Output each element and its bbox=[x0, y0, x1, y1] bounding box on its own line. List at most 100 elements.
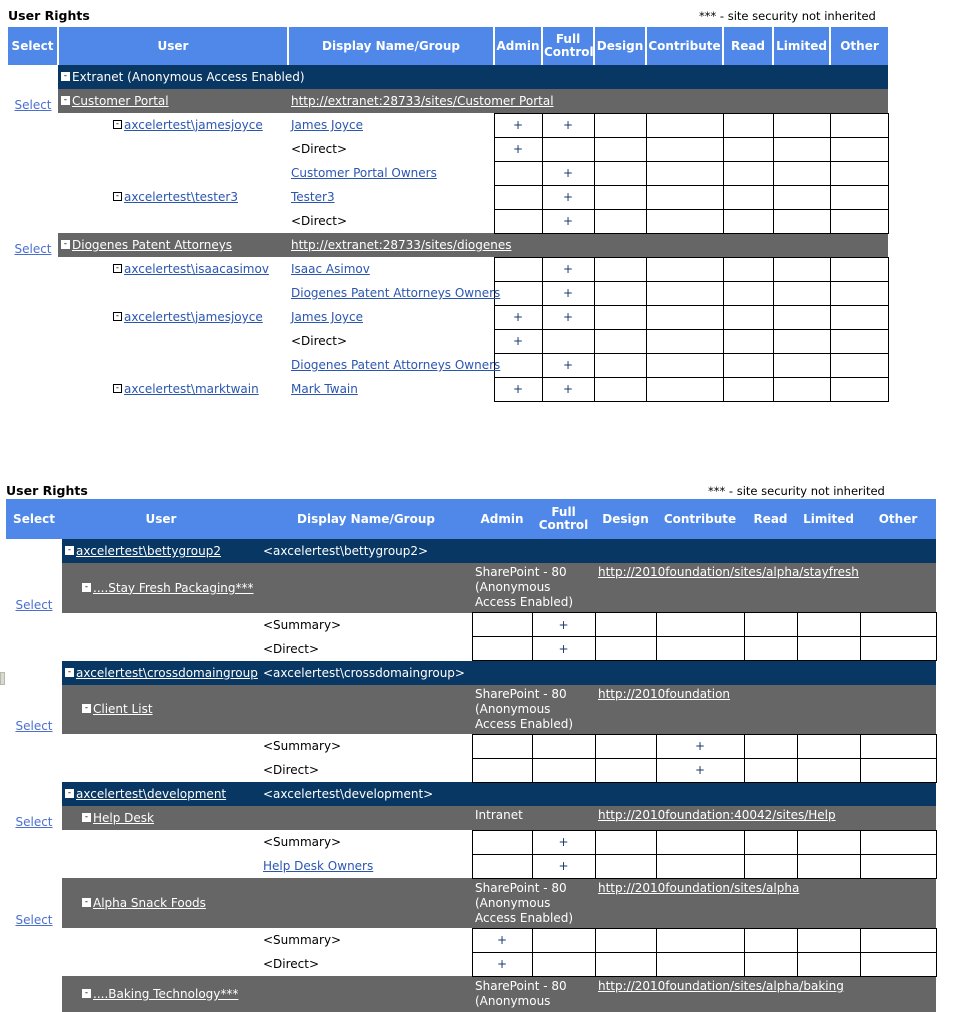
column-header-read[interactable]: Read bbox=[744, 499, 797, 539]
user-name[interactable]: ....Stay Fresh Packaging*** bbox=[93, 581, 254, 595]
user-name[interactable]: axcelertest\jamesjoyce bbox=[124, 310, 263, 324]
select-link-cell[interactable]: Select bbox=[6, 806, 62, 830]
collapse-icon[interactable]: - bbox=[82, 813, 91, 822]
user-cell[interactable]: - Customer Portal bbox=[58, 89, 288, 113]
user-name[interactable]: axcelertest\development bbox=[76, 787, 226, 801]
column-header-admin[interactable]: Admin bbox=[493, 27, 543, 65]
group-link[interactable]: Help Desk Owners bbox=[263, 859, 373, 873]
site-url[interactable]: http://2010foundation/sites/alpha bbox=[598, 881, 799, 895]
collapse-icon[interactable]: - bbox=[82, 898, 91, 907]
select-link-cell[interactable]: Select bbox=[8, 233, 58, 257]
user-name[interactable]: axcelertest\tester3 bbox=[124, 190, 238, 204]
group-link[interactable]: Tester3 bbox=[291, 190, 335, 204]
select-link-cell[interactable]: Select bbox=[6, 563, 62, 613]
collapse-icon[interactable]: - bbox=[65, 667, 74, 677]
display-name-cell[interactable]: Diogenes Patent Attorneys Owners bbox=[288, 353, 500, 377]
group-link[interactable]: Mark Twain bbox=[291, 382, 358, 396]
site-url[interactable]: http://2010foundation bbox=[598, 687, 730, 701]
collapse-icon[interactable]: - bbox=[113, 264, 122, 273]
group-link[interactable]: Customer Portal Owners bbox=[291, 166, 437, 180]
select-link-cell[interactable]: Select bbox=[6, 684, 62, 734]
collapse-icon[interactable]: - bbox=[61, 72, 70, 81]
user-name[interactable]: axcelertest\jamesjoyce bbox=[124, 118, 263, 132]
collapse-icon[interactable]: - bbox=[113, 312, 122, 321]
display-name-cell[interactable]: Customer Portal Owners bbox=[288, 161, 494, 185]
site-url[interactable]: http://extranet:28733/sites/Customer Por… bbox=[291, 94, 554, 108]
site-url-cell[interactable]: http://2010foundation:40042/sites/Help bbox=[595, 806, 936, 830]
user-name[interactable]: Alpha Snack Foods bbox=[93, 896, 206, 910]
collapse-icon[interactable]: - bbox=[61, 240, 70, 249]
collapse-icon[interactable]: - bbox=[61, 96, 70, 105]
column-header-design[interactable]: Design bbox=[595, 499, 656, 539]
group-link[interactable]: Isaac Asimov bbox=[291, 262, 370, 276]
site-url[interactable]: http://2010foundation/sites/alpha/stayfr… bbox=[598, 565, 859, 579]
column-header-other[interactable]: Other bbox=[860, 499, 936, 539]
display-name-cell[interactable]: Isaac Asimov bbox=[288, 257, 494, 281]
user-cell[interactable]: - Help Desk bbox=[62, 806, 260, 830]
user-cell[interactable]: - axcelertest\jamesjoyce bbox=[58, 113, 288, 137]
user-cell[interactable]: - Alpha Snack Foods bbox=[62, 878, 260, 928]
user-name[interactable]: axcelertest\bettygroup2 bbox=[76, 544, 221, 558]
site-url-cell[interactable]: http://2010foundation bbox=[595, 684, 936, 734]
column-header-display-name-group[interactable]: Display Name/Group bbox=[287, 27, 495, 65]
site-url-cell[interactable]: http://2010foundation/sites/alpha bbox=[595, 878, 936, 928]
column-header-other[interactable]: Other bbox=[829, 27, 888, 65]
group-link[interactable]: Diogenes Patent Attorneys Owners bbox=[291, 286, 500, 300]
display-name-cell[interactable]: Tester3 bbox=[288, 185, 494, 209]
display-name-cell[interactable]: James Joyce bbox=[288, 113, 494, 137]
column-header-select[interactable]: Select bbox=[6, 499, 62, 539]
user-cell[interactable]: - axcelertest\bettygroup2 bbox=[62, 539, 260, 563]
user-name[interactable]: Client List bbox=[93, 702, 153, 716]
collapse-icon[interactable]: - bbox=[82, 704, 91, 714]
user-cell[interactable]: - ....Baking Technology*** bbox=[62, 976, 260, 1012]
display-name-cell[interactable]: http://extranet:28733/sites/diogenes bbox=[288, 233, 888, 257]
user-name[interactable]: axcelertest\isaacasimov bbox=[124, 262, 269, 276]
column-header-display-name-group[interactable]: Display Name/Group bbox=[260, 499, 472, 539]
user-cell[interactable]: - ....Stay Fresh Packaging*** bbox=[62, 563, 260, 613]
display-name-cell[interactable]: Help Desk Owners bbox=[260, 854, 472, 878]
collapse-icon[interactable]: - bbox=[113, 192, 122, 201]
column-header-select[interactable]: Select bbox=[8, 27, 59, 65]
column-header-contribute[interactable]: Contribute bbox=[656, 499, 744, 539]
column-header-limited[interactable]: Limited bbox=[797, 499, 860, 539]
select-link-cell[interactable]: Select bbox=[6, 878, 62, 928]
column-header-user[interactable]: User bbox=[62, 499, 260, 539]
display-name-cell[interactable]: Diogenes Patent Attorneys Owners bbox=[288, 281, 500, 305]
collapse-icon[interactable]: - bbox=[65, 789, 74, 798]
site-url-cell[interactable]: http://2010foundation/sites/alpha/baking bbox=[595, 976, 936, 1012]
user-cell[interactable]: - Diogenes Patent Attorneys bbox=[58, 233, 288, 257]
column-header-limited[interactable]: Limited bbox=[772, 27, 831, 65]
collapse-icon[interactable]: - bbox=[82, 989, 91, 998]
user-name[interactable]: Customer Portal bbox=[72, 94, 169, 108]
collapse-icon[interactable]: - bbox=[65, 546, 74, 555]
site-url-cell[interactable]: http://2010foundation/sites/alpha/stayfr… bbox=[595, 563, 936, 613]
display-name-cell[interactable]: http://extranet:28733/sites/Customer Por… bbox=[288, 89, 888, 113]
group-link[interactable]: James Joyce bbox=[291, 118, 363, 132]
user-cell[interactable]: - axcelertest\marktwain bbox=[58, 377, 288, 401]
select-link-cell[interactable]: Select bbox=[8, 89, 58, 113]
user-name[interactable]: axcelertest\marktwain bbox=[124, 382, 259, 396]
scroll-nub[interactable] bbox=[0, 672, 5, 685]
user-cell[interactable]: - axcelertest\tester3 bbox=[58, 185, 288, 209]
user-cell[interactable]: - axcelertest\development bbox=[62, 782, 260, 806]
select-link[interactable]: Select bbox=[14, 98, 51, 112]
user-cell[interactable]: - axcelertest\crossdomaingroup bbox=[62, 660, 260, 685]
group-link[interactable]: Diogenes Patent Attorneys Owners bbox=[291, 358, 500, 372]
column-header-full-control[interactable]: Full Control bbox=[541, 27, 595, 65]
collapse-icon[interactable]: - bbox=[113, 384, 122, 393]
collapse-icon[interactable]: - bbox=[113, 120, 122, 129]
display-name-cell[interactable]: Mark Twain bbox=[288, 377, 494, 401]
column-header-read[interactable]: Read bbox=[722, 27, 774, 65]
site-url[interactable]: http://2010foundation:40042/sites/Help bbox=[598, 808, 836, 822]
select-link[interactable]: Select bbox=[15, 913, 52, 927]
user-cell[interactable]: - Client List bbox=[62, 684, 260, 734]
user-name[interactable]: Diogenes Patent Attorneys bbox=[72, 238, 232, 252]
column-header-admin[interactable]: Admin bbox=[472, 499, 532, 539]
column-header-contribute[interactable]: Contribute bbox=[645, 27, 724, 65]
user-name[interactable]: Help Desk bbox=[93, 811, 154, 825]
select-link[interactable]: Select bbox=[14, 242, 51, 256]
user-cell[interactable]: - axcelertest\jamesjoyce bbox=[58, 305, 288, 329]
user-name[interactable]: axcelertest\crossdomaingroup bbox=[76, 666, 258, 680]
display-name-cell[interactable]: James Joyce bbox=[288, 305, 494, 329]
site-url[interactable]: http://2010foundation/sites/alpha/baking bbox=[598, 979, 844, 993]
